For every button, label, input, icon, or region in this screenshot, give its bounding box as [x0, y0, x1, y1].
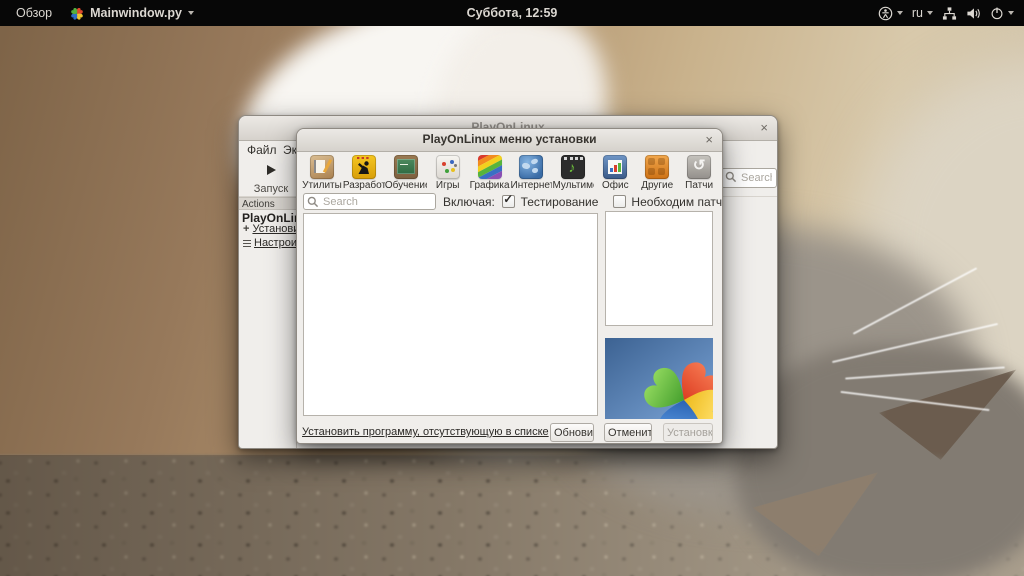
accessibility-icon	[878, 6, 893, 21]
app-menu-label: Mainwindow.py	[90, 6, 182, 20]
category-other[interactable]: Другие	[636, 155, 678, 193]
network-icon	[942, 6, 957, 21]
checkmark-icon: ✓	[503, 195, 513, 206]
activities-button[interactable]: Обзор	[16, 6, 52, 20]
play-icon	[267, 165, 276, 175]
other-icon	[645, 155, 669, 179]
development-icon	[352, 155, 376, 179]
list-icon	[243, 240, 251, 247]
chevron-down-icon	[1008, 11, 1014, 15]
chevron-down-icon	[188, 11, 194, 15]
keyboard-layout-label: ru	[912, 6, 923, 20]
volume-indicator[interactable]	[966, 6, 981, 21]
run-button[interactable]: Запуск	[247, 162, 295, 198]
power-menu[interactable]	[990, 6, 1014, 20]
graphics-icon	[478, 155, 502, 179]
actions-panel-header: Actions	[239, 197, 296, 210]
undo-icon: ↺	[687, 156, 711, 174]
power-icon	[990, 6, 1004, 20]
playonlinux-app-icon	[70, 6, 84, 20]
dialog-title: PlayOnLinux меню установки	[297, 132, 722, 146]
cat-gray-head	[735, 345, 1024, 576]
network-indicator[interactable]	[942, 6, 957, 21]
nocd-checkbox[interactable]	[613, 195, 626, 208]
chevron-down-icon	[897, 11, 903, 15]
install-menu-dialog: PlayOnLinux меню установки × Утилиты Раз…	[296, 128, 723, 444]
testing-checkbox-label[interactable]: Тестирование	[521, 195, 599, 209]
chevron-down-icon	[927, 11, 933, 15]
utilities-icon	[310, 155, 334, 179]
category-utilities[interactable]: Утилиты	[301, 155, 343, 193]
patches-icon: ↺	[687, 155, 711, 179]
refresh-button[interactable]: Обновить	[550, 423, 594, 442]
education-icon	[394, 155, 418, 179]
filters-label: Включая:	[443, 195, 495, 209]
main-search	[721, 168, 777, 188]
category-internet[interactable]: Интернет	[511, 155, 553, 193]
multimedia-icon: ♪	[561, 155, 585, 179]
playonlinux-logo-image	[605, 338, 713, 419]
category-multimedia[interactable]: ♪ Мультимедиа	[552, 155, 594, 193]
dialog-search	[303, 193, 436, 210]
category-games[interactable]: Игры	[427, 155, 469, 193]
office-icon	[603, 155, 627, 179]
clock[interactable]: Суббота, 12:59	[467, 6, 558, 20]
accessibility-menu[interactable]	[878, 6, 903, 21]
app-menu-button[interactable]: Mainwindow.py	[70, 6, 194, 20]
search-icon	[725, 171, 737, 183]
top-bar: Обзор Mainwindow.py Суббота, 12:59	[0, 0, 1024, 26]
close-icon[interactable]: ×	[705, 133, 713, 146]
internet-icon	[519, 155, 543, 179]
program-list[interactable]	[303, 213, 598, 416]
category-education[interactable]: Обучение	[385, 155, 427, 193]
category-graphics[interactable]: Графика	[469, 155, 511, 193]
keyboard-layout-menu[interactable]: ru	[912, 6, 933, 20]
dialog-titlebar[interactable]: PlayOnLinux меню установки ×	[297, 129, 722, 152]
category-development[interactable]: Разработка	[343, 155, 385, 193]
run-button-label: Запуск	[247, 183, 295, 195]
plus-icon: +	[243, 224, 249, 235]
category-patches[interactable]: ↺ Патчи	[678, 155, 720, 193]
nocd-checkbox-label[interactable]: Необходим патч бездиск	[631, 195, 722, 209]
install-button[interactable]: Установка	[663, 423, 713, 442]
desktop: Обзор Mainwindow.py Суббота, 12:59	[0, 0, 1024, 576]
search-icon	[307, 196, 319, 208]
menu-file[interactable]: Файл	[247, 143, 277, 157]
description-panel	[605, 211, 713, 326]
testing-checkbox[interactable]: ✓	[502, 195, 515, 208]
volume-icon	[966, 6, 981, 21]
category-office[interactable]: Офис	[594, 155, 636, 193]
close-icon[interactable]: ×	[760, 121, 768, 134]
filter-row: Включая: ✓ Тестирование Необходим патч б…	[443, 195, 722, 211]
cancel-button[interactable]: Отменить	[604, 423, 652, 442]
manual-install-link[interactable]: Установить программу, отсутствующую в сп…	[302, 426, 549, 438]
search-input[interactable]	[303, 193, 436, 210]
games-icon	[436, 155, 460, 179]
category-bar: Утилиты Разработка Обучение	[301, 155, 720, 193]
